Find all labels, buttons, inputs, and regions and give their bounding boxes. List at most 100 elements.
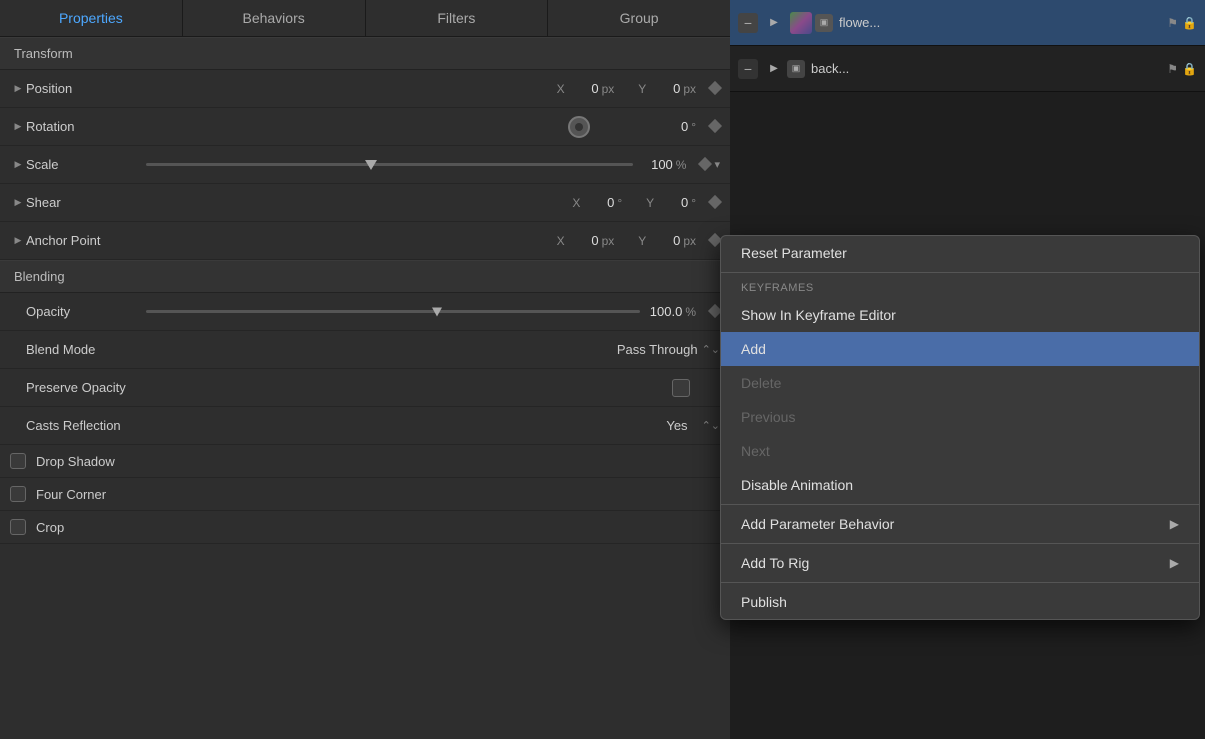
tab-bar: Properties Behaviors Filters Group — [0, 0, 730, 37]
timeline-label-back[interactable]: back... — [811, 61, 1163, 76]
scale-chevron-icon[interactable]: ▾ — [714, 158, 720, 171]
tab-group[interactable]: Group — [548, 0, 730, 36]
timeline-label-flowe[interactable]: flowe... — [839, 15, 1163, 30]
casts-reflection-row[interactable]: Casts Reflection Yes ⌃⌄ — [0, 407, 730, 445]
ctx-disable-animation[interactable]: Disable Animation — [721, 468, 1199, 502]
context-menu: Reset Parameter KEYFRAMES Show In Keyfra… — [720, 235, 1200, 620]
opacity-slider-thumb[interactable] — [432, 307, 442, 316]
ctx-next: Next — [721, 434, 1199, 468]
timeline-minus-btn-back[interactable]: − — [738, 59, 758, 79]
timeline-thumbnail-flowe — [790, 12, 812, 34]
ctx-divider-3 — [721, 543, 1199, 544]
opacity-slider-track[interactable] — [146, 310, 640, 313]
position-x-unit: px — [602, 82, 615, 96]
position-label: Position — [26, 81, 136, 96]
casts-reflection-stepper-icon[interactable]: ⌃⌄ — [702, 419, 720, 432]
scale-slider-track[interactable] — [146, 163, 633, 166]
anchor-point-row[interactable]: ▶ Anchor Point X 0 px Y 0 px — [0, 222, 730, 260]
ctx-add-to-rig-arrow: ▶ — [1170, 556, 1179, 570]
scale-unit: % — [676, 158, 687, 172]
scale-keyframe-diamond[interactable] — [698, 156, 712, 170]
tab-filters[interactable]: Filters — [366, 0, 549, 36]
ctx-delete: Delete — [721, 366, 1199, 400]
timeline-minus-btn-flowe[interactable]: − — [738, 13, 758, 33]
preserve-opacity-row[interactable]: Preserve Opacity — [0, 369, 730, 407]
rotation-value[interactable]: 0 — [658, 119, 688, 134]
crop-row[interactable]: Crop — [0, 511, 730, 544]
four-corner-checkbox[interactable] — [10, 486, 26, 502]
rotation-disclosure[interactable]: ▶ — [10, 119, 26, 135]
rotation-row[interactable]: ▶ Rotation 0 ° — [0, 108, 730, 146]
anchor-y-value[interactable]: 0 — [650, 233, 680, 248]
ctx-add-to-rig[interactable]: Add To Rig ▶ — [721, 546, 1199, 580]
shear-x-axis: X — [572, 196, 580, 210]
blend-mode-value[interactable]: Pass Through — [617, 342, 698, 357]
blend-mode-row[interactable]: Blend Mode Pass Through ⌃⌄ — [0, 331, 730, 369]
shear-y-axis: Y — [646, 196, 654, 210]
anchor-x-value[interactable]: 0 — [569, 233, 599, 248]
drop-shadow-label: Drop Shadow — [36, 454, 115, 469]
four-corner-label: Four Corner — [36, 487, 106, 502]
properties-content: Transform ▶ Position X 0 px Y 0 px ▶ Rot… — [0, 37, 730, 739]
rotation-keyframe-diamond[interactable] — [708, 118, 722, 132]
preserve-opacity-checkbox[interactable] — [672, 379, 690, 397]
transform-section-header: Transform — [0, 37, 730, 70]
scale-value[interactable]: 100 — [643, 157, 673, 172]
position-y-axis: Y — [638, 82, 646, 96]
opacity-label: Opacity — [26, 304, 136, 319]
crop-checkbox[interactable] — [10, 519, 26, 535]
tab-properties[interactable]: Properties — [0, 0, 183, 36]
shear-y-unit: ° — [691, 196, 696, 210]
anchor-y-axis: Y — [638, 234, 646, 248]
timeline-row-back[interactable]: − ▶ ▣ back... ⚑ 🔒 — [730, 46, 1205, 92]
anchor-x-axis: X — [557, 234, 565, 248]
position-x-value[interactable]: 0 — [569, 81, 599, 96]
rotation-dial[interactable] — [568, 116, 590, 138]
ctx-reset-parameter[interactable]: Reset Parameter — [721, 236, 1199, 270]
ctx-publish[interactable]: Publish — [721, 585, 1199, 619]
ctx-divider-4 — [721, 582, 1199, 583]
ctx-keyframes-section: KEYFRAMES — [721, 275, 1199, 298]
casts-reflection-label: Casts Reflection — [26, 418, 136, 433]
ctx-divider-1 — [721, 272, 1199, 273]
drop-shadow-row[interactable]: Drop Shadow — [0, 445, 730, 478]
shear-disclosure[interactable]: ▶ — [10, 195, 26, 211]
timeline-layer-icon-back: ▣ — [787, 60, 805, 78]
tab-behaviors[interactable]: Behaviors — [183, 0, 366, 36]
drop-shadow-checkbox[interactable] — [10, 453, 26, 469]
ctx-add-parameter-behavior[interactable]: Add Parameter Behavior ▶ — [721, 507, 1199, 541]
scale-slider-thumb[interactable] — [365, 160, 377, 170]
ctx-divider-2 — [721, 504, 1199, 505]
four-corner-row[interactable]: Four Corner — [0, 478, 730, 511]
timeline-lock-icon-back[interactable]: 🔒 — [1182, 62, 1197, 76]
shear-keyframe-diamond[interactable] — [708, 194, 722, 208]
ctx-previous: Previous — [721, 400, 1199, 434]
position-row[interactable]: ▶ Position X 0 px Y 0 px — [0, 70, 730, 108]
ctx-show-keyframe-editor[interactable]: Show In Keyframe Editor — [721, 298, 1199, 332]
blend-mode-stepper-icon[interactable]: ⌃⌄ — [702, 343, 720, 356]
opacity-value[interactable]: 100.0 — [650, 304, 683, 319]
timeline-flag-icon-back: ⚑ — [1167, 62, 1178, 76]
preserve-opacity-label: Preserve Opacity — [26, 380, 136, 395]
scale-row[interactable]: ▶ Scale 100 % ▾ — [0, 146, 730, 184]
timeline-play-btn-flowe[interactable]: ▶ — [764, 13, 784, 33]
scale-label: Scale — [26, 157, 136, 172]
anchor-point-disclosure[interactable]: ▶ — [10, 233, 26, 249]
timeline-row-flowe[interactable]: − ▶ ▣ flowe... ⚑ 🔒 — [730, 0, 1205, 46]
timeline-play-btn-back[interactable]: ▶ — [764, 59, 784, 79]
shear-y-value[interactable]: 0 — [658, 195, 688, 210]
position-y-value[interactable]: 0 — [650, 81, 680, 96]
shear-row[interactable]: ▶ Shear X 0 ° Y 0 ° — [0, 184, 730, 222]
position-disclosure[interactable]: ▶ — [10, 81, 26, 97]
position-keyframe-diamond[interactable] — [708, 80, 722, 94]
casts-reflection-value[interactable]: Yes — [666, 418, 687, 433]
crop-label: Crop — [36, 520, 64, 535]
shear-x-value[interactable]: 0 — [584, 195, 614, 210]
anchor-y-unit: px — [683, 234, 696, 248]
ctx-add[interactable]: Add — [721, 332, 1199, 366]
opacity-row[interactable]: Opacity 100.0 % — [0, 293, 730, 331]
rotation-unit: ° — [691, 120, 696, 134]
position-x-axis: X — [557, 82, 565, 96]
timeline-lock-icon-flowe[interactable]: 🔒 — [1182, 16, 1197, 30]
scale-disclosure[interactable]: ▶ — [10, 157, 26, 173]
